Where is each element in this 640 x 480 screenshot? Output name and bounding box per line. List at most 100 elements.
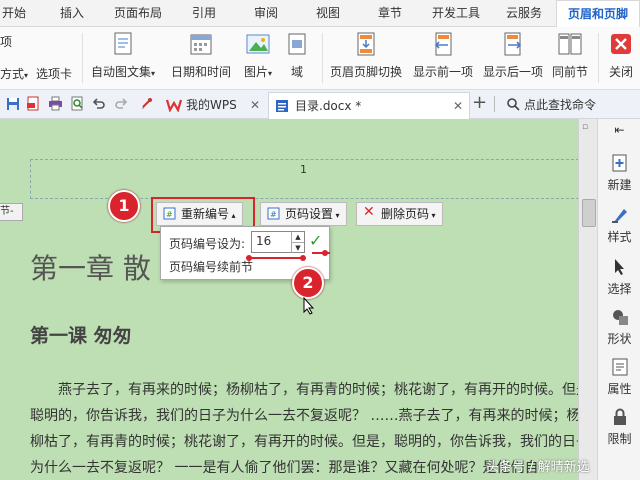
show-previous-label: 显示前一项 — [412, 65, 473, 79]
export-pdf-icon[interactable] — [26, 96, 41, 111]
close-label: 关闭 — [608, 65, 633, 79]
tab-section[interactable]: 章节 — [368, 0, 412, 26]
tab-developer[interactable]: 开发工具 — [424, 0, 488, 26]
picture-button[interactable]: 图片▾ — [236, 27, 280, 89]
annotation-dot — [322, 250, 328, 256]
date-time-label: 日期和时间 — [170, 65, 231, 79]
calendar-icon — [190, 34, 212, 55]
ribbon-partial-label-top: 项 — [0, 35, 13, 49]
customize-toolbar-icon[interactable] — [140, 97, 154, 111]
switch-header-footer-button[interactable]: 页眉页脚切换 — [326, 27, 406, 89]
mouse-cursor-icon — [303, 297, 315, 315]
renumber-button[interactable]: # 重新编号 ▴ — [156, 202, 243, 226]
annotation-dot — [300, 255, 306, 261]
panel-new-button[interactable]: 新建 — [598, 153, 640, 193]
menu-tabs: 开始 插入 页面布局 引用 审阅 视图 章节 开发工具 云服务 页眉和页脚 — [0, 0, 640, 27]
print-icon[interactable] — [48, 96, 63, 111]
panel-style-label: 样式 — [607, 230, 632, 244]
tab-document-close-icon[interactable]: ✕ — [453, 93, 463, 119]
paragraph-line: 聪明的，你告诉我，我们的日子为什么一去不复返呢？ ……燕子去了，有再来的时候；杨 — [30, 408, 578, 424]
show-previous-button[interactable]: 显示前一项 — [410, 27, 476, 89]
delete-page-number-button[interactable]: ✕ 删除页码 ▾ — [356, 202, 443, 226]
new-tab-button[interactable]: + — [472, 92, 487, 113]
right-task-panel: ⇤ 新建 样式 选择 形状 属性 限制 — [597, 119, 640, 480]
save-icon[interactable] — [6, 97, 20, 111]
field-label: 域 — [290, 65, 303, 79]
position-dropdown[interactable]: 方式 — [0, 67, 24, 81]
tab-references[interactable]: 引用 — [182, 0, 226, 26]
tab-document[interactable]: 目录.docx * ✕ — [268, 92, 470, 119]
close-header-footer-button[interactable]: 关闭 — [604, 27, 638, 89]
wps-logo-icon — [166, 99, 182, 112]
show-next-button[interactable]: 显示后一项 — [480, 27, 546, 89]
step-1-badge: 1 — [108, 190, 140, 222]
page-number-field[interactable]: 1 — [300, 163, 307, 176]
tab-view[interactable]: 视图 — [306, 0, 350, 26]
panel-collapse-icon[interactable]: ⇤ — [598, 123, 640, 137]
tab-cloud[interactable]: 云服务 — [496, 0, 552, 26]
quickbar-divider — [494, 96, 495, 112]
panel-properties-button[interactable]: 属性 — [598, 357, 640, 397]
date-time-button[interactable]: 日期和时间 — [166, 27, 236, 89]
tab-header-footer[interactable]: 页眉和页脚 — [556, 0, 640, 27]
renumber-popup-label: 页码编号设为: — [169, 237, 246, 251]
delete-x-icon: ✕ — [363, 204, 375, 220]
command-search[interactable]: 点此查找命令 — [502, 94, 638, 114]
switch-header-footer-label: 页眉页脚切换 — [329, 65, 402, 79]
new-icon — [612, 154, 626, 172]
show-next-icon — [504, 32, 522, 56]
panel-shape-label: 形状 — [607, 332, 632, 346]
document-area[interactable]: 1 节- # 重新编号 ▴ # 页码设置 ▾ ✕ 删除页码 ▾ 页码编号设为: … — [0, 119, 578, 480]
undo-icon[interactable] — [92, 97, 106, 111]
quick-access-bar: 我的WPS ✕ 目录.docx * ✕ + 点此查找命令 — [0, 90, 640, 119]
ribbon-divider — [82, 33, 83, 83]
page-number-value[interactable]: 16 — [256, 234, 271, 248]
tab-home[interactable]: 开始 — [0, 0, 32, 26]
field-button[interactable]: 域 — [282, 27, 312, 89]
panel-restrict-button[interactable]: 限制 — [598, 407, 640, 447]
paragraph-line: 柳枯了，有再青的时候；桃花谢了，有再开的时候。但是，聪明的，你告诉我，我们的日子 — [30, 434, 578, 450]
tab-document-label: 目录.docx * — [295, 99, 362, 113]
style-icon — [611, 209, 627, 223]
panel-style-button[interactable]: 样式 — [598, 205, 640, 245]
page-number-spinner[interactable]: 16 ▲ ▼ — [251, 231, 305, 253]
renumber-icon: # — [163, 207, 176, 220]
select-icon — [614, 259, 624, 275]
command-search-label: 点此查找命令 — [524, 98, 597, 112]
page-settings-label: 页码设置 — [285, 207, 334, 221]
confirm-check-icon[interactable]: ✓ — [309, 231, 322, 250]
annotation-dot — [246, 255, 252, 261]
word-doc-icon — [276, 100, 288, 112]
scroll-collapse-icon[interactable]: ▫ — [582, 122, 594, 134]
switch-header-footer-icon — [357, 32, 375, 56]
options-tab-button[interactable]: 选项卡 — [36, 65, 72, 82]
section-label: 节- — [0, 203, 23, 221]
tab-review[interactable]: 审阅 — [244, 0, 288, 26]
same-as-previous-button[interactable]: 同前节 — [548, 27, 592, 89]
svg-text:#: # — [270, 210, 277, 219]
spinner-down-icon[interactable]: ▼ — [291, 242, 304, 253]
panel-select-label: 选择 — [607, 282, 632, 296]
lock-icon — [613, 408, 626, 425]
tab-my-wps[interactable]: 我的WPS ✕ — [164, 93, 264, 117]
auto-text-icon — [114, 32, 132, 55]
panel-shape-button[interactable]: 形状 — [598, 307, 640, 347]
print-preview-icon[interactable] — [70, 96, 85, 111]
tab-page-layout[interactable]: 页面布局 — [106, 0, 170, 26]
vertical-scrollbar[interactable]: ▫ — [578, 119, 597, 480]
chapter-title: 第一章 散 — [30, 252, 151, 285]
lesson-title: 第一课 匆匆 — [30, 325, 132, 347]
tab-insert[interactable]: 插入 — [48, 0, 96, 26]
page-settings-button[interactable]: # 页码设置 ▾ — [260, 202, 347, 226]
tab-my-wps-close-icon[interactable]: ✕ — [250, 93, 260, 117]
ribbon-partial-label-bottom: 方式▾ — [0, 67, 29, 81]
ribbon-divider — [598, 33, 599, 83]
scrollbar-thumb[interactable] — [582, 199, 596, 227]
same-as-previous-label: 同前节 — [551, 65, 588, 79]
redo-icon[interactable] — [114, 97, 128, 111]
options-tab-label: 选项卡 — [36, 67, 73, 81]
auto-text-button[interactable]: 自动图文集▾ — [88, 27, 158, 89]
panel-select-button[interactable]: 选择 — [598, 257, 640, 297]
continue-previous-section-option[interactable]: 页码编号续前节 — [169, 258, 253, 275]
spinner-up-icon[interactable]: ▲ — [291, 232, 304, 242]
